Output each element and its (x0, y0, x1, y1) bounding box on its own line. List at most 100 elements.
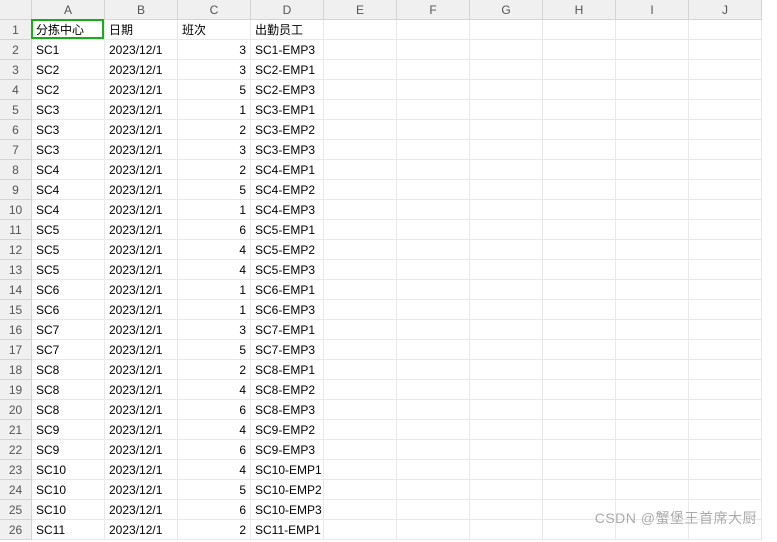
cell-A20[interactable]: SC8 (32, 400, 105, 420)
row-header-6[interactable]: 6 (0, 120, 32, 140)
cell-C18[interactable]: 2 (178, 360, 251, 380)
cell-D8[interactable]: SC4-EMP1 (251, 160, 324, 180)
cell-I22[interactable] (616, 440, 689, 460)
cell-I8[interactable] (616, 160, 689, 180)
cell-G18[interactable] (470, 360, 543, 380)
cell-B16[interactable]: 2023/12/1 (105, 320, 178, 340)
column-header-E[interactable]: E (324, 0, 397, 20)
row-header-12[interactable]: 12 (0, 240, 32, 260)
row-header-22[interactable]: 22 (0, 440, 32, 460)
cell-G5[interactable] (470, 100, 543, 120)
cell-H11[interactable] (543, 220, 616, 240)
row-header-9[interactable]: 9 (0, 180, 32, 200)
cell-A11[interactable]: SC5 (32, 220, 105, 240)
cell-F26[interactable] (397, 520, 470, 540)
cell-D5[interactable]: SC3-EMP1 (251, 100, 324, 120)
cell-F14[interactable] (397, 280, 470, 300)
cell-E26[interactable] (324, 520, 397, 540)
cell-J23[interactable] (689, 460, 762, 480)
cell-A1[interactable]: 分拣中心 (32, 20, 105, 40)
cell-D3[interactable]: SC2-EMP1 (251, 60, 324, 80)
cell-F5[interactable] (397, 100, 470, 120)
cell-A23[interactable]: SC10 (32, 460, 105, 480)
cell-D18[interactable]: SC8-EMP1 (251, 360, 324, 380)
cell-I11[interactable] (616, 220, 689, 240)
row-header-2[interactable]: 2 (0, 40, 32, 60)
cell-C22[interactable]: 6 (178, 440, 251, 460)
row-header-7[interactable]: 7 (0, 140, 32, 160)
cell-A5[interactable]: SC3 (32, 100, 105, 120)
cell-I16[interactable] (616, 320, 689, 340)
row-header-26[interactable]: 26 (0, 520, 32, 540)
cell-C6[interactable]: 2 (178, 120, 251, 140)
cell-B23[interactable]: 2023/12/1 (105, 460, 178, 480)
cell-I7[interactable] (616, 140, 689, 160)
cell-G21[interactable] (470, 420, 543, 440)
column-header-C[interactable]: C (178, 0, 251, 20)
row-header-13[interactable]: 13 (0, 260, 32, 280)
cell-G9[interactable] (470, 180, 543, 200)
cell-D19[interactable]: SC8-EMP2 (251, 380, 324, 400)
cell-F12[interactable] (397, 240, 470, 260)
cell-H20[interactable] (543, 400, 616, 420)
column-header-J[interactable]: J (689, 0, 762, 20)
cell-H1[interactable] (543, 20, 616, 40)
cell-B5[interactable]: 2023/12/1 (105, 100, 178, 120)
cell-B1[interactable]: 日期 (105, 20, 178, 40)
row-header-25[interactable]: 25 (0, 500, 32, 520)
cell-F10[interactable] (397, 200, 470, 220)
cell-B14[interactable]: 2023/12/1 (105, 280, 178, 300)
cell-J6[interactable] (689, 120, 762, 140)
cell-H5[interactable] (543, 100, 616, 120)
cell-D21[interactable]: SC9-EMP2 (251, 420, 324, 440)
row-header-11[interactable]: 11 (0, 220, 32, 240)
cell-B10[interactable]: 2023/12/1 (105, 200, 178, 220)
cell-B6[interactable]: 2023/12/1 (105, 120, 178, 140)
cell-C17[interactable]: 5 (178, 340, 251, 360)
cell-I24[interactable] (616, 480, 689, 500)
cell-F23[interactable] (397, 460, 470, 480)
cell-B3[interactable]: 2023/12/1 (105, 60, 178, 80)
row-header-16[interactable]: 16 (0, 320, 32, 340)
cell-C25[interactable]: 6 (178, 500, 251, 520)
cell-D22[interactable]: SC9-EMP3 (251, 440, 324, 460)
cell-I1[interactable] (616, 20, 689, 40)
row-header-20[interactable]: 20 (0, 400, 32, 420)
cell-G11[interactable] (470, 220, 543, 240)
row-header-15[interactable]: 15 (0, 300, 32, 320)
cell-J24[interactable] (689, 480, 762, 500)
cell-D26[interactable]: SC11-EMP1 (251, 520, 324, 540)
cell-C16[interactable]: 3 (178, 320, 251, 340)
cell-D25[interactable]: SC10-EMP3 (251, 500, 324, 520)
cell-E21[interactable] (324, 420, 397, 440)
cell-A7[interactable]: SC3 (32, 140, 105, 160)
cell-C26[interactable]: 2 (178, 520, 251, 540)
cell-E12[interactable] (324, 240, 397, 260)
cell-J4[interactable] (689, 80, 762, 100)
cell-G7[interactable] (470, 140, 543, 160)
cell-F16[interactable] (397, 320, 470, 340)
row-header-3[interactable]: 3 (0, 60, 32, 80)
cell-C5[interactable]: 1 (178, 100, 251, 120)
cell-C15[interactable]: 1 (178, 300, 251, 320)
cell-G1[interactable] (470, 20, 543, 40)
cell-A9[interactable]: SC4 (32, 180, 105, 200)
cell-F11[interactable] (397, 220, 470, 240)
cell-A8[interactable]: SC4 (32, 160, 105, 180)
cell-H19[interactable] (543, 380, 616, 400)
column-header-A[interactable]: A (32, 0, 105, 20)
cell-I2[interactable] (616, 40, 689, 60)
cell-A2[interactable]: SC1 (32, 40, 105, 60)
cell-B24[interactable]: 2023/12/1 (105, 480, 178, 500)
cell-A22[interactable]: SC9 (32, 440, 105, 460)
cell-H23[interactable] (543, 460, 616, 480)
cell-I19[interactable] (616, 380, 689, 400)
cell-F1[interactable] (397, 20, 470, 40)
cell-B15[interactable]: 2023/12/1 (105, 300, 178, 320)
cell-I12[interactable] (616, 240, 689, 260)
cell-F2[interactable] (397, 40, 470, 60)
cell-C2[interactable]: 3 (178, 40, 251, 60)
row-header-14[interactable]: 14 (0, 280, 32, 300)
column-header-H[interactable]: H (543, 0, 616, 20)
row-header-1[interactable]: 1 (0, 20, 32, 40)
